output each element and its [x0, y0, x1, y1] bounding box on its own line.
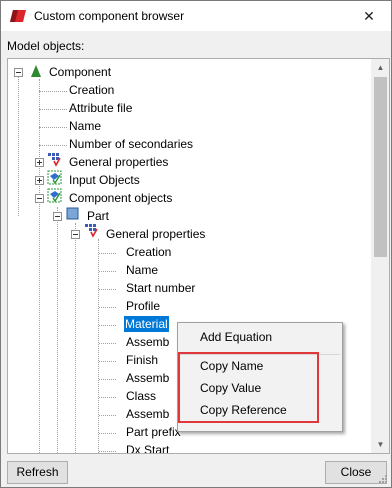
tree-connector	[99, 361, 116, 362]
tree-node-assembly[interactable]: Assemb	[126, 406, 169, 422]
tree-node-part-general-properties[interactable]: General properties	[106, 226, 205, 242]
tree-node-finish[interactable]: Finish	[126, 352, 158, 368]
part-icon	[66, 207, 79, 220]
window-close-button[interactable]: ✕	[347, 1, 391, 31]
tree-connector	[75, 223, 76, 453]
tree-connector	[99, 289, 116, 290]
scroll-down-icon[interactable]: ▼	[372, 436, 389, 453]
component-icon	[31, 65, 41, 77]
tree-connector	[99, 271, 116, 272]
tree-node-number-of-secondaries[interactable]: Number of secondaries	[69, 136, 193, 152]
expand-toggle[interactable]	[53, 212, 62, 221]
tree-node-creation[interactable]: Creation	[126, 244, 171, 260]
general-properties-icon	[48, 153, 61, 167]
expand-toggle[interactable]	[71, 230, 80, 239]
context-menu: Add Equation Copy Name Copy Value Copy R…	[177, 322, 343, 432]
tree-node-general-properties[interactable]: General properties	[69, 154, 168, 170]
scroll-thumb[interactable]	[374, 77, 387, 257]
tree-connector	[39, 127, 67, 128]
tree-node-dx-start[interactable]: Dx Start	[126, 442, 169, 453]
scroll-up-icon[interactable]: ▲	[372, 59, 389, 76]
expand-toggle[interactable]	[35, 158, 44, 167]
tree-node-profile[interactable]: Profile	[126, 298, 160, 314]
tree-node-assembly[interactable]: Assemb	[126, 334, 169, 350]
highlight-annotation-box	[178, 352, 319, 423]
tree-node-name[interactable]: Name	[69, 118, 101, 134]
expand-toggle[interactable]	[35, 176, 44, 185]
component-objects-icon	[47, 188, 62, 203]
tree-node-assembly[interactable]: Assemb	[126, 370, 169, 386]
model-objects-label: Model objects:	[7, 39, 85, 53]
tree-node-creation[interactable]: Creation	[69, 82, 114, 98]
tree-node-class[interactable]: Class	[126, 388, 156, 404]
expand-toggle[interactable]	[35, 194, 44, 203]
tree-connector	[99, 451, 116, 452]
tree-connector	[39, 91, 67, 92]
title-bar: Custom component browser ✕	[1, 1, 391, 31]
resize-grip-icon[interactable]	[378, 474, 388, 484]
tree-connector	[18, 76, 19, 216]
tree-connector	[39, 145, 67, 146]
general-properties-icon	[85, 224, 98, 238]
tree-connector	[57, 207, 58, 453]
tree-connector	[39, 109, 67, 110]
tree-connector	[99, 307, 116, 308]
tree-node-attribute-file[interactable]: Attribute file	[69, 100, 132, 116]
input-objects-icon	[47, 170, 62, 185]
refresh-button[interactable]: Refresh	[7, 461, 68, 484]
tree-connector	[99, 379, 116, 380]
app-icon	[10, 10, 26, 22]
window-title: Custom component browser	[34, 9, 185, 23]
close-icon: ✕	[363, 8, 375, 24]
tree-node-name[interactable]: Name	[126, 262, 158, 278]
tree-node-component[interactable]: Component	[49, 64, 111, 80]
vertical-scrollbar[interactable]: ▲ ▼	[371, 59, 389, 453]
tree-node-material-selected[interactable]: Material	[124, 316, 169, 332]
menu-item-add-equation[interactable]: Add Equation	[179, 326, 341, 348]
tree-node-input-objects[interactable]: Input Objects	[69, 172, 140, 188]
tree-connector	[99, 325, 116, 326]
tree-connector	[99, 433, 116, 434]
tree-node-component-objects[interactable]: Component objects	[69, 190, 172, 206]
tree-node-start-number[interactable]: Start number	[126, 280, 195, 296]
menu-item-label: Add Equation	[200, 330, 273, 344]
tree-node-part-prefix[interactable]: Part prefix	[126, 424, 181, 440]
tree-connector	[99, 397, 116, 398]
expand-toggle[interactable]	[14, 68, 23, 77]
tree-node-part[interactable]: Part	[87, 208, 109, 224]
tree-connector	[99, 343, 116, 344]
tree-connector	[39, 79, 40, 453]
tree-connector	[99, 253, 116, 254]
tree-connector	[99, 415, 116, 416]
